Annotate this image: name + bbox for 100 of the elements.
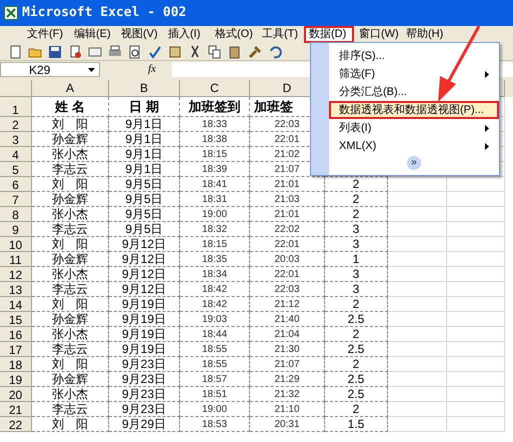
menu-item[interactable]: 数据透视表和数据透视图(P)... (329, 101, 499, 119)
menu-item[interactable]: 数据(D) (304, 26, 354, 43)
empty-cell (447, 342, 505, 357)
menu-item[interactable]: 排序(S)... (329, 47, 499, 65)
row-header[interactable]: 21 (0, 402, 32, 417)
row-header[interactable]: 8 (0, 207, 32, 222)
submenu-arrow-icon (485, 70, 489, 78)
table-cell: 2 (325, 327, 388, 342)
table-cell: 刘 阳 (32, 117, 109, 132)
row-header[interactable]: 7 (0, 192, 32, 207)
empty-cell (447, 252, 505, 267)
empty-cell (447, 417, 505, 432)
table-cell: 张小杰 (32, 207, 109, 222)
row-header[interactable]: 22 (0, 417, 32, 432)
table-cell: 9月19日 (109, 342, 180, 357)
row-header[interactable]: 18 (0, 357, 32, 372)
submenu-arrow-icon (485, 124, 489, 132)
table-cell: 21:40 (250, 312, 325, 327)
row-header[interactable]: 10 (0, 237, 32, 252)
dropdown-icon (88, 68, 95, 72)
empty-cell (447, 387, 505, 402)
print-preview-icon[interactable] (128, 44, 142, 58)
empty-cell (447, 192, 505, 207)
empty-cell (447, 327, 505, 342)
table-cell: 9月12日 (109, 282, 180, 297)
menu-item[interactable]: 分类汇总(B)... (329, 83, 499, 101)
table-cell: 张小杰 (32, 327, 109, 342)
format-painter-icon[interactable] (248, 44, 262, 58)
table-cell: 刘 阳 (32, 237, 109, 252)
table-cell: 孙金辉 (32, 252, 109, 267)
menu-item[interactable]: XML(X) (329, 137, 499, 155)
table-cell: 孙金辉 (32, 372, 109, 387)
table-cell: 刘 阳 (32, 357, 109, 372)
table-cell: 2 (325, 402, 388, 417)
table-cell: 18:15 (180, 147, 250, 162)
fx-label: fx (148, 62, 156, 78)
table-cell: 18:55 (180, 357, 250, 372)
menu-item[interactable]: 工具(T) (257, 26, 304, 43)
column-header[interactable]: B (109, 80, 180, 97)
empty-cell (388, 402, 447, 417)
menu-item[interactable]: 视图(V) (116, 26, 163, 43)
table-cell: 21:32 (250, 387, 325, 402)
column-header[interactable]: A (32, 80, 109, 97)
table-cell: 姓 名 (32, 97, 109, 117)
empty-cell (447, 222, 505, 237)
menu-item[interactable]: 格式(O) (210, 26, 257, 43)
table-cell: 18:39 (180, 162, 250, 177)
menu-item[interactable]: 列表(I) (329, 119, 499, 137)
column-header[interactable]: C (180, 80, 250, 97)
row-header[interactable]: 9 (0, 222, 32, 237)
table-cell: 21:29 (250, 372, 325, 387)
table-cell: 22:01 (250, 267, 325, 282)
row-header[interactable]: 1 (0, 97, 32, 117)
empty-cell (447, 312, 505, 327)
row-header[interactable]: 2 (0, 117, 32, 132)
row-header[interactable]: 3 (0, 132, 32, 147)
empty-cell (447, 297, 505, 312)
table-cell: 19:03 (180, 312, 250, 327)
row-header[interactable]: 17 (0, 342, 32, 357)
row-header[interactable]: 13 (0, 282, 32, 297)
row-header[interactable]: 20 (0, 387, 32, 402)
menu-item[interactable]: 插入(I) (163, 26, 210, 43)
row-header[interactable]: 12 (0, 267, 32, 282)
menu-item[interactable]: 文件(F) (22, 26, 69, 43)
empty-cell (447, 267, 505, 282)
empty-cell (388, 372, 447, 387)
row-header[interactable]: 6 (0, 177, 32, 192)
copy-icon[interactable] (208, 44, 222, 58)
name-box[interactable]: K29 (0, 62, 100, 77)
row-header[interactable]: 11 (0, 252, 32, 267)
undo-icon[interactable] (268, 44, 282, 58)
save-icon[interactable] (48, 44, 62, 58)
empty-cell (388, 177, 447, 192)
table-cell: 21:12 (250, 297, 325, 312)
row-header[interactable]: 14 (0, 297, 32, 312)
table-cell: 张小杰 (32, 267, 109, 282)
table-cell: 21:01 (250, 207, 325, 222)
spelling-icon[interactable] (148, 44, 162, 58)
row-header[interactable]: 5 (0, 162, 32, 177)
new-document-icon[interactable] (8, 44, 22, 58)
table-cell: 2.5 (325, 312, 388, 327)
empty-cell (388, 327, 447, 342)
menu-item[interactable]: 编辑(E) (69, 26, 116, 43)
menu-item[interactable]: 窗口(W) (354, 26, 401, 43)
row-header[interactable]: 15 (0, 312, 32, 327)
empty-cell (388, 417, 447, 432)
menu-item[interactable]: 筛选(F) (329, 65, 499, 83)
table-cell: 李志云 (32, 402, 109, 417)
row-header[interactable]: 19 (0, 372, 32, 387)
row-header[interactable]: 4 (0, 147, 32, 162)
print-icon[interactable] (108, 44, 122, 58)
empty-cell (447, 177, 505, 192)
table-cell: 9月19日 (109, 297, 180, 312)
window-title: Microsoft Excel - 002 (22, 4, 186, 22)
menu-item[interactable]: 帮助(H) (401, 26, 448, 43)
row-header[interactable]: 16 (0, 327, 32, 342)
table-cell: 1 (325, 252, 388, 267)
table-cell: 9月1日 (109, 117, 180, 132)
expand-menu-button[interactable]: » (407, 156, 421, 170)
table-cell: 9月19日 (109, 327, 180, 342)
